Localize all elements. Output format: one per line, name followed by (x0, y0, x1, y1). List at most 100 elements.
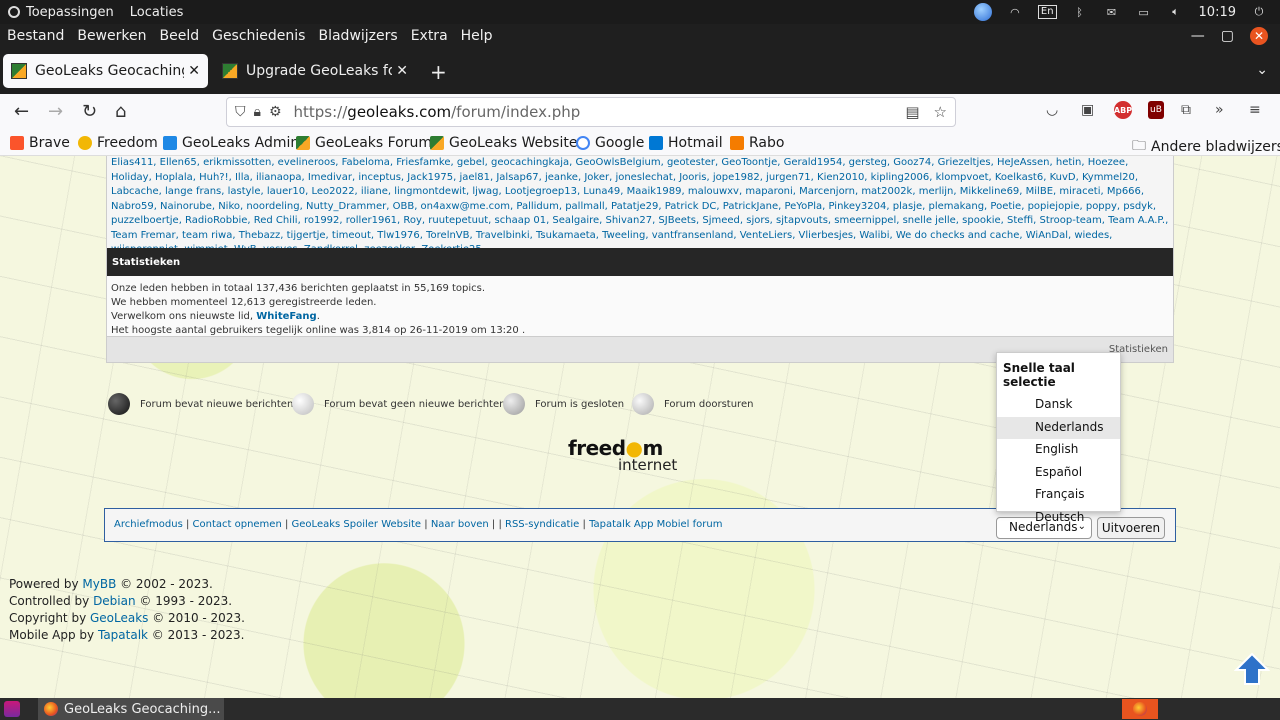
archive-mode-link[interactable]: Archiefmodus (114, 519, 183, 530)
back-icon[interactable]: ← (14, 101, 29, 122)
language-option-nederlands[interactable]: Nederlands (997, 416, 1120, 439)
places-menu[interactable]: Locaties (130, 5, 184, 20)
rss-link[interactable]: RSS-syndicatie (505, 519, 579, 530)
forum-info-box: Elias411, Ellen65, erikmissotten, evelin… (106, 156, 1174, 363)
mail-icon[interactable]: ✉ (1103, 5, 1121, 19)
taskbar-window-firefox[interactable]: GeoLeaks Geocaching... (38, 698, 224, 720)
globe-icon[interactable] (973, 3, 992, 21)
online-users-list[interactable]: Elias411, Ellen65, erikmissotten, evelin… (107, 156, 1173, 248)
new-tab-icon[interactable]: + (430, 60, 447, 84)
geoleaks-favicon-icon (11, 63, 27, 79)
language-option-english[interactable]: English (997, 439, 1120, 462)
stat-newest: Verwelkom ons nieuwste lid, WhiteFang. (111, 311, 320, 322)
bulb-icon (78, 136, 92, 150)
maximize-icon[interactable]: ▢ (1221, 28, 1234, 44)
geoleaks-favicon-icon (222, 63, 238, 79)
tapatalk-credit-link[interactable]: Tapatalk (98, 628, 148, 642)
menu-help[interactable]: Help (461, 28, 493, 44)
keyboard-layout[interactable]: En (1037, 5, 1057, 19)
credit-debian: Controlled by Debian © 1993 - 2023. (9, 594, 233, 608)
menu-extra[interactable]: Extra (411, 28, 448, 44)
battery-icon[interactable]: ▭ (1135, 5, 1153, 19)
extensions-icon[interactable]: ⧉ (1181, 102, 1191, 118)
language-option-espanol[interactable]: Español (997, 462, 1120, 485)
ublock-origin-icon[interactable]: uB (1148, 101, 1164, 119)
menu-bladwijzers[interactable]: Bladwijzers (318, 28, 397, 44)
menu-bestand[interactable]: Bestand (7, 28, 64, 44)
language-option-dansk[interactable]: Dansk (997, 394, 1120, 417)
power-icon[interactable]: ⏻ (1250, 5, 1268, 19)
browser-menubar: Bestand Bewerken Beeld Geschiedenis Blad… (0, 24, 1280, 48)
spoiler-website-link[interactable]: GeoLeaks Spoiler Website (292, 519, 422, 530)
language-dropdown-heading: Snelle taal selectie (1003, 361, 1075, 389)
bookmark-geoleaks-admin[interactable]: GeoLeaks Admin (163, 135, 299, 151)
geoleaks-link[interactable]: GeoLeaks (90, 611, 148, 625)
bookmark-geoleaks-website[interactable]: GeoLeaks Website (430, 135, 577, 151)
menu-bewerken[interactable]: Bewerken (77, 28, 146, 44)
rabobank-icon (730, 136, 744, 150)
activities-menu[interactable]: Toepassingen (0, 5, 114, 20)
freedom-internet-logo[interactable]: freed●m internet (568, 436, 708, 476)
forward-icon[interactable]: → (48, 101, 63, 122)
reader-view-icon[interactable]: ▤ (905, 103, 919, 121)
container-icon[interactable]: ▣ (1081, 102, 1094, 118)
reload-icon[interactable]: ↻ (82, 101, 97, 122)
close-tab-icon[interactable]: ✕ (188, 63, 200, 79)
menu-beeld[interactable]: Beeld (159, 28, 199, 44)
bookmark-star-icon[interactable]: ☆ (934, 103, 947, 121)
tray-firefox[interactable] (1122, 699, 1158, 719)
mybb-link[interactable]: MyBB (82, 577, 116, 591)
tab-geoleaks-forum[interactable]: GeoLeaks Geocaching Fo ✕ (3, 54, 208, 88)
tab-upgrade-forum[interactable]: Upgrade GeoLeaks forum ✕ (214, 54, 416, 88)
legend-locked: Forum is gesloten (503, 393, 624, 415)
scroll-to-top-icon[interactable] (1234, 652, 1270, 686)
web-page: Elias411, Ellen65, erikmissotten, evelin… (0, 156, 1280, 698)
bookmark-rabo[interactable]: Rabo (730, 135, 784, 151)
taskbar: GeoLeaks Geocaching... (0, 698, 1280, 720)
geoleaks-icon (430, 136, 444, 150)
bluetooth-icon[interactable]: ᛒ (1071, 5, 1089, 19)
clock[interactable]: 10:19 (1199, 5, 1236, 20)
geoleaks-icon (296, 136, 310, 150)
chevron-down-icon[interactable]: ⌄ (1256, 62, 1268, 78)
system-tray: ◠ En ᛒ ✉ ▭ 🔈︎ 10:19 ⏻ (973, 0, 1268, 24)
pocket-icon[interactable]: ◡ (1046, 102, 1058, 118)
permissions-icon[interactable]: ⚙ (269, 104, 282, 120)
bookmark-brave[interactable]: Brave (10, 135, 70, 151)
contact-link[interactable]: Contact opnemen (193, 519, 282, 530)
brave-icon (10, 136, 24, 150)
overflow-menu-icon[interactable]: » (1215, 102, 1224, 118)
language-option-deutsch[interactable]: Deutsch (997, 507, 1120, 530)
bookmark-freedom[interactable]: Freedom (78, 135, 158, 151)
url-text[interactable]: https://geoleaks.com/forum/index.php (294, 103, 581, 121)
volume-icon[interactable]: 🔈︎ (1167, 5, 1185, 19)
menu-geschiedenis[interactable]: Geschiedenis (212, 28, 305, 44)
minimize-icon[interactable]: — (1191, 28, 1205, 44)
app-menu-icon[interactable] (4, 701, 20, 717)
hamburger-menu-icon[interactable]: ≡ (1249, 102, 1261, 118)
statistics-heading: Statistieken (107, 248, 1173, 276)
shield-icon[interactable]: ⛉ (235, 104, 246, 120)
forum-old-icon (292, 393, 314, 415)
geoleaks-admin-icon (163, 136, 177, 150)
bookmark-google[interactable]: Google (576, 135, 644, 151)
close-window-icon[interactable]: ✕ (1250, 27, 1268, 45)
statistics-body: Onze leden hebben in totaal 137,436 beri… (107, 276, 1173, 336)
forum-redirect-icon (632, 393, 654, 415)
tapatalk-link[interactable]: Tapatalk App Mobiel forum (589, 519, 722, 530)
debian-link[interactable]: Debian (93, 594, 136, 608)
newest-member-link[interactable]: WhiteFang (256, 311, 316, 322)
language-option-francais[interactable]: Français (997, 484, 1120, 507)
language-dropdown: Snelle taal selectie Dansk Nederlands En… (996, 352, 1121, 524)
url-bar[interactable]: ⛉ 🔒︎ ⚙ https://geoleaks.com/forum/index.… (226, 97, 956, 127)
close-tab-icon[interactable]: ✕ (396, 63, 408, 79)
bookmark-geoleaks-forum[interactable]: GeoLeaks Forum (296, 135, 432, 151)
legend-no-new-posts: Forum bevat geen nieuwe berichten (292, 393, 505, 415)
back-to-top-link[interactable]: Naar boven (431, 519, 489, 530)
adblock-plus-icon[interactable]: ABP (1114, 101, 1132, 119)
wifi-icon[interactable]: ◠ (1006, 5, 1024, 19)
lock-icon[interactable]: 🔒︎ (254, 104, 261, 120)
credit-geoleaks: Copyright by GeoLeaks © 2010 - 2023. (9, 611, 245, 625)
bookmark-hotmail[interactable]: Hotmail (649, 135, 723, 151)
home-icon[interactable]: ⌂ (115, 101, 126, 122)
